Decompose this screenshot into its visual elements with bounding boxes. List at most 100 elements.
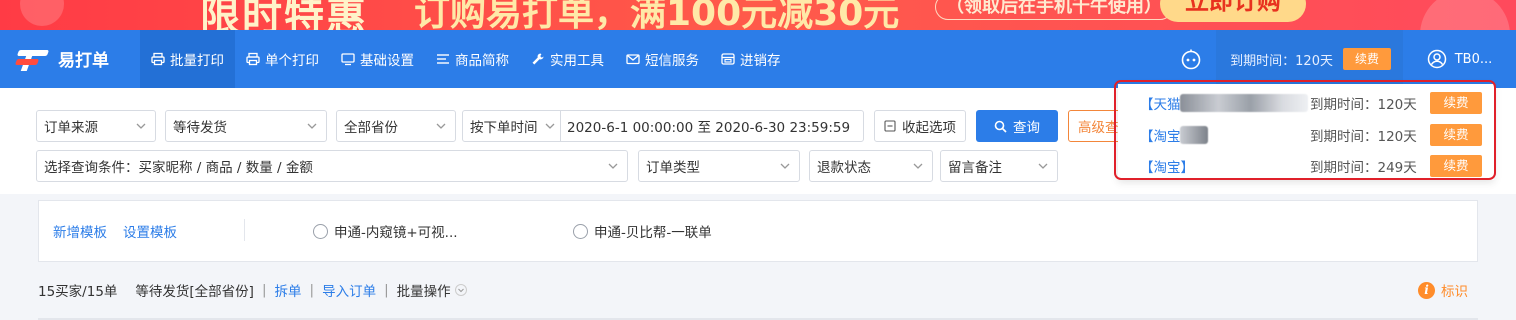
chevron-down-icon (136, 123, 146, 129)
nav-item-basic-settings[interactable]: 基础设置 (330, 30, 425, 88)
banner-headline: 限时特惠 (200, 0, 368, 30)
inventory-icon (721, 52, 735, 66)
refund-status-select[interactable]: 退款状态 (809, 150, 933, 182)
nav-item-label: 实用工具 (550, 53, 604, 69)
chevron-down-icon (545, 123, 555, 129)
button-label: 查询 (1013, 120, 1040, 136)
shop-expire: 到期时间：120天 (1310, 97, 1417, 113)
renew-button[interactable]: 续费 (1342, 48, 1391, 70)
select-value: 订单类型 (646, 160, 700, 176)
nav-item-batch-print[interactable]: 批量打印 (140, 30, 235, 88)
chevron-down-icon (913, 163, 923, 169)
separator: | (261, 282, 267, 298)
nav-item-label: 商品简称 (455, 53, 509, 69)
print-template-panel: 新增模板 设置模板 申通-内窥镜+可视... 申通-贝比帮-一联单 (38, 200, 1478, 262)
top-navbar: 易打单 批量打印 单个打印 基础设置 商品简称 实用工具 短信服务 进销存 到期… (0, 30, 1516, 88)
query-condition-select[interactable]: 选择查询条件：买家昵称 / 商品 / 数量 / 金额 (36, 150, 628, 182)
nav-item-label: 进销存 (740, 53, 781, 69)
shop-renew-button[interactable]: 续费 (1430, 92, 1482, 114)
import-order-link[interactable]: 导入订单 (322, 280, 376, 300)
separator: | (384, 282, 389, 298)
account-expire-area[interactable]: 到期时间：120天 续费 (1216, 30, 1403, 88)
template-radio-option[interactable]: 申通-贝比帮-一联单 (573, 221, 712, 241)
mark-label: 标识 (1441, 284, 1468, 300)
nav-item-product-abbr[interactable]: 商品简称 (425, 30, 520, 88)
printer-icon (151, 52, 165, 66)
user-icon (1427, 49, 1446, 69)
shop-expire: 到期时间：249天 (1310, 160, 1417, 176)
batch-operation-dropdown[interactable]: 批量操作 (397, 280, 451, 300)
shop-renew-button[interactable]: 续费 (1430, 124, 1482, 146)
banner-note: （领取后在手机千牛使用） (935, 0, 1173, 20)
separator: | (309, 282, 315, 298)
chevron-down-icon (436, 123, 446, 129)
mail-icon (626, 52, 640, 66)
query-button[interactable]: 查询 (976, 110, 1058, 142)
select-value: 按下单时间 (470, 120, 538, 136)
promo-banner[interactable]: 限时特惠 订购易打单，满100元减30元 （领取后在手机千牛使用） 立即订购 (0, 0, 1516, 30)
chevron-down-icon (1038, 163, 1048, 169)
chevron-down-icon (608, 163, 618, 169)
nav-right-area: 到期时间：120天 续费 TB0... (1180, 30, 1516, 88)
robot-icon[interactable] (1180, 48, 1202, 70)
select-value: 退款状态 (817, 160, 871, 176)
app-logo[interactable]: 易打单 (14, 46, 109, 71)
split-order-link[interactable]: 拆单 (275, 280, 302, 300)
redacted-shop-name (1180, 94, 1308, 112)
app-name: 易打单 (58, 51, 109, 71)
main-nav: 批量打印 单个打印 基础设置 商品简称 实用工具 短信服务 进销存 (140, 30, 792, 88)
banner-offer: 订购易打单，满100元减30元 (414, 0, 900, 30)
template-radio-option[interactable]: 申通-内窥镜+可视... (313, 221, 458, 241)
select-value: 等待发货 (173, 120, 227, 136)
wrench-icon (531, 52, 545, 66)
chevron-down-icon[interactable] (454, 284, 467, 296)
status-text: 等待发货[全部省份] (135, 284, 254, 300)
divider (244, 219, 245, 241)
radio-circle (313, 223, 328, 239)
user-name: TB0... (1454, 51, 1493, 67)
shop-expire: 到期时间：120天 (1310, 129, 1417, 145)
info-icon: i (1418, 281, 1435, 299)
nav-item-label: 批量打印 (170, 53, 224, 69)
printer-icon (246, 52, 260, 66)
banner-decoration (1420, 0, 1510, 30)
nav-item-label: 基础设置 (360, 53, 414, 69)
order-summary-bar: 15买家/15单 等待发货[全部省份] | 拆单 | 导入订单 | 批量操作 (38, 280, 467, 300)
order-status-select[interactable]: 等待发货 (165, 110, 327, 142)
order-type-select[interactable]: 订单类型 (638, 150, 800, 182)
shop-account-dropdown: 【天猫】 到期时间：120天 续费 【淘宝】 到期时间：120天 续费 【淘宝】… (1118, 84, 1494, 180)
select-value: 留言备注 (948, 160, 1002, 176)
select-value: 订单来源 (44, 120, 98, 136)
time-type-select[interactable]: 按下单时间 (463, 111, 561, 141)
banner-order-button[interactable]: 立即订购 (1160, 0, 1306, 22)
remark-select[interactable]: 留言备注 (940, 150, 1058, 182)
user-menu[interactable]: TB0... (1403, 30, 1516, 88)
shop-row[interactable]: 【淘宝】 到期时间：120天 续费 (1118, 120, 1494, 150)
search-icon (994, 120, 1007, 133)
date-range-input[interactable]: 2020-6-1 00:00:00 至 2020-6-30 23:59:59 (561, 116, 850, 136)
order-source-select[interactable]: 订单来源 (36, 110, 156, 142)
banner-decoration (20, 0, 64, 26)
radio-label: 申通-贝比帮-一联单 (594, 225, 712, 241)
nav-item-inventory[interactable]: 进销存 (710, 30, 792, 88)
collapse-icon (884, 120, 896, 132)
chevron-down-icon (780, 163, 790, 169)
collapse-options-button[interactable]: 收起选项 (874, 110, 966, 142)
shop-row[interactable]: 【天猫】 到期时间：120天 续费 (1118, 88, 1494, 118)
mark-legend-button[interactable]: i 标识 (1418, 280, 1468, 300)
nav-item-tools[interactable]: 实用工具 (520, 30, 615, 88)
chevron-down-icon (307, 123, 317, 129)
shop-platform: 【淘宝】 (1140, 160, 1194, 176)
shop-row[interactable]: 【淘宝】 到期时间：249天 续费 (1118, 151, 1494, 181)
nav-item-label: 短信服务 (645, 53, 699, 69)
nav-item-sms[interactable]: 短信服务 (615, 30, 710, 88)
province-select[interactable]: 全部省份 (336, 110, 456, 142)
monitor-icon (341, 52, 355, 66)
add-template-link[interactable]: 新增模板 (53, 221, 107, 241)
shop-renew-button[interactable]: 续费 (1430, 155, 1482, 177)
select-value: 选择查询条件：买家昵称 / 商品 / 数量 / 金额 (44, 160, 313, 176)
setup-template-link[interactable]: 设置模板 (123, 221, 177, 241)
radio-label: 申通-内窥镜+可视... (334, 225, 458, 241)
expire-text: 到期时间：120天 (1230, 53, 1333, 69)
nav-item-single-print[interactable]: 单个打印 (235, 30, 330, 88)
